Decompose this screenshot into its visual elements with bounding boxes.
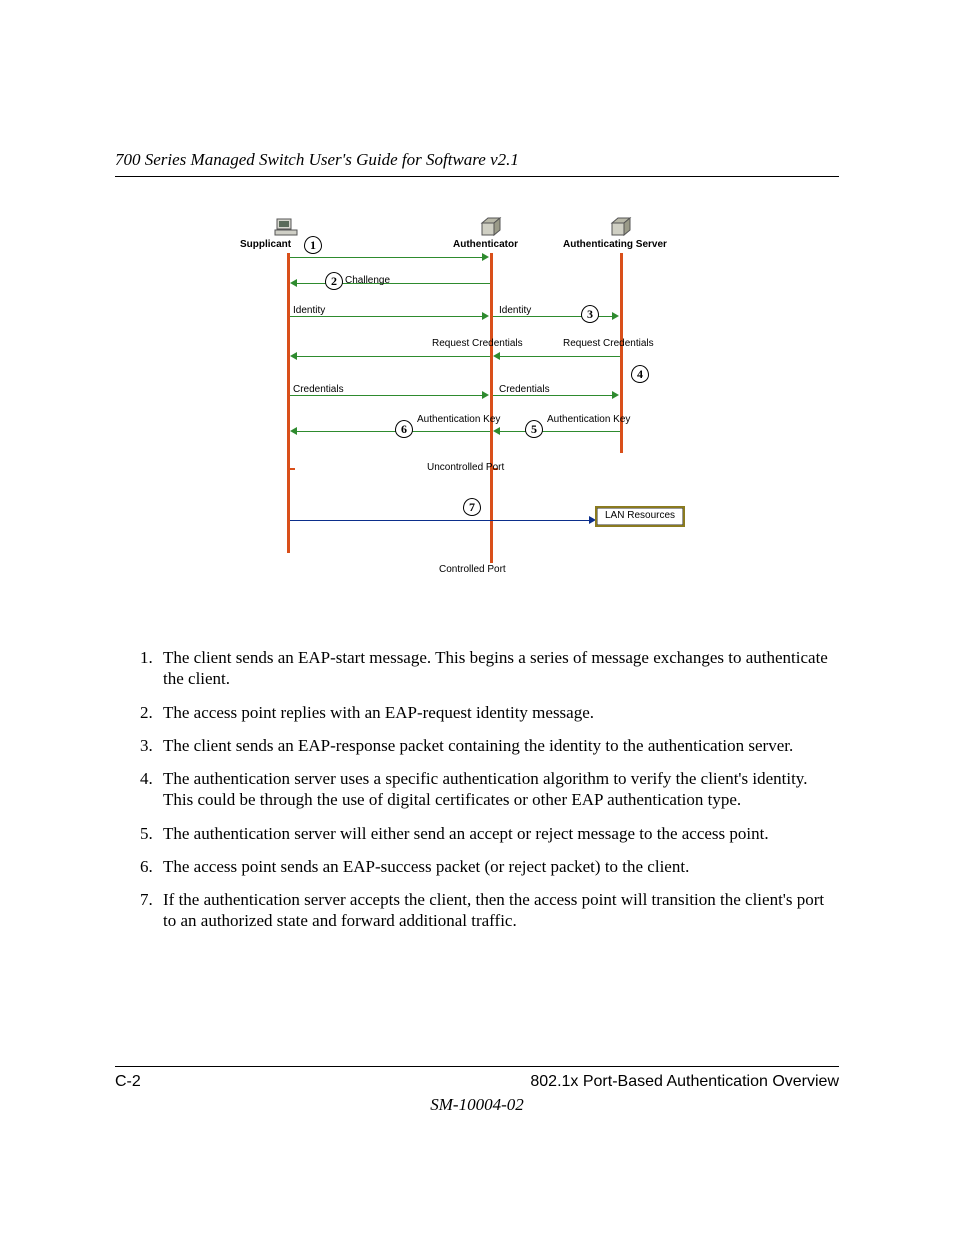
reqcred-left-label: Request Credentials (432, 339, 523, 350)
arrow-reqcred-left (296, 356, 490, 357)
reqcred-right-label: Request Credentials (563, 339, 654, 350)
server-icon (609, 217, 633, 237)
header-rule (115, 176, 839, 177)
page-number: C-2 (115, 1073, 141, 1091)
arrow-authkey-left (296, 431, 490, 432)
step-marker-3: 3 (581, 305, 599, 323)
arrow-reqcred-right (499, 356, 620, 357)
arrow-authkey-right (499, 431, 620, 432)
step-2-text: The access point replies with an EAP-req… (157, 702, 839, 723)
running-header: 700 Series Managed Switch User's Guide f… (115, 150, 839, 170)
step-1-text: The client sends an EAP-start message. T… (157, 647, 839, 690)
step-marker-7: 7 (463, 498, 481, 516)
step-4-text: The authentication server uses a specifi… (157, 768, 839, 811)
challenge-label: Challenge (345, 276, 390, 287)
step-marker-5: 5 (525, 420, 543, 438)
arrow-controlled (290, 520, 591, 521)
identity-right-label: Identity (499, 306, 531, 317)
authkey-right-label: Authentication Key (547, 415, 630, 426)
eap-step-list: The client sends an EAP-start message. T… (115, 647, 839, 932)
step-marker-4: 4 (631, 365, 649, 383)
step-7-text: If the authentication server accepts the… (157, 889, 839, 932)
authkey-left-label: Authentication Key (417, 415, 500, 426)
step-6-text: The access point sends an EAP-success pa… (157, 856, 839, 877)
eap-sequence-diagram: Supplicant Authenticator Authenticating … (115, 217, 839, 587)
supplicant-icon (274, 217, 298, 237)
authenticator-label: Authenticator (453, 239, 518, 250)
supplicant-lifeline (287, 253, 290, 553)
section-title: 802.1x Port-Based Authentication Overvie… (530, 1073, 839, 1091)
arrow-start (290, 257, 484, 258)
step-marker-1: 1 (304, 236, 322, 254)
authenticator-icon (479, 217, 503, 237)
step-5-text: The authentication server will either se… (157, 823, 839, 844)
controlled-port-label: Controlled Port (439, 565, 506, 576)
lan-resources-box: LAN Resources (595, 506, 685, 527)
step-marker-6: 6 (395, 420, 413, 438)
cred-left-label: Credentials (293, 385, 344, 396)
authenticator-lifeline (490, 253, 493, 563)
document-id: SM-10004-02 (115, 1095, 839, 1115)
uncontrolled-port-label: Uncontrolled Port (427, 463, 504, 474)
identity-left-label: Identity (293, 306, 325, 317)
server-label: Authenticating Server (563, 239, 667, 250)
step-3-text: The client sends an EAP-response packet … (157, 735, 839, 756)
step-marker-2: 2 (325, 272, 343, 290)
cred-right-label: Credentials (499, 385, 550, 396)
supplicant-label: Supplicant (240, 239, 291, 250)
page-footer: C-2 802.1x Port-Based Authentication Ove… (115, 1066, 839, 1115)
